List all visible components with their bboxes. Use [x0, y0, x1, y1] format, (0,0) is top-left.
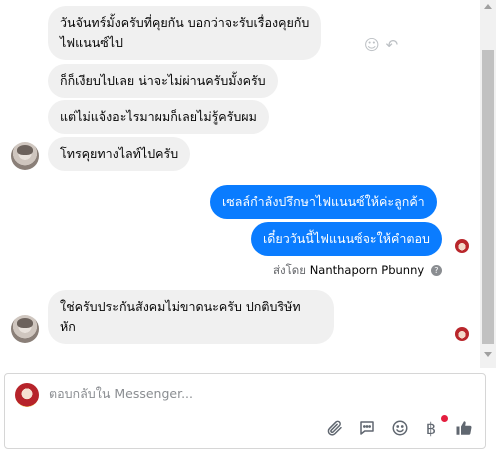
message-line: แต่ไม่แจ้งอะไรมาผมก็เลยไม่รู้ครับผม — [60, 109, 257, 124]
message-line: ใช่ครับประกันสังคมไม่ขาดนะครับ ปกติบริษั… — [60, 299, 301, 314]
message-line: ไฟแนนซ์ไป — [60, 35, 123, 50]
message-line: โทรคุยทางไลท์ไปครับ — [60, 146, 179, 161]
seen-avatar — [455, 327, 469, 341]
chat-bubble-icon[interactable] — [357, 418, 377, 438]
contact-avatar[interactable] — [11, 142, 39, 170]
message-line: ก็ก็เงียบไปเลย น่าจะไม่ผ่านครับมั้งครับ — [60, 73, 266, 88]
message-line: เซลล์กำลังปรึกษาไฟแนนซ์ให้ค่ะลูกค้า — [222, 194, 425, 209]
contact-avatar[interactable] — [11, 315, 39, 343]
message-bubble-outgoing[interactable]: เดี๋ยววันนี้ไฟแนนซ์จะให้คำตอบ — [251, 222, 442, 256]
scrollbar-thumb[interactable] — [482, 50, 494, 344]
notification-dot — [441, 415, 448, 422]
help-icon[interactable]: ? — [430, 265, 442, 276]
message-bubble-incoming[interactable]: ก็ก็เงียบไปเลย น่าจะไม่ผ่านครับมั้งครับ — [48, 64, 278, 98]
message-actions: ☺ ↶ — [364, 36, 398, 54]
message-line: วันจันทร์มั้งครับที่คุยกัน บอกว่าจะรับเร… — [60, 15, 310, 30]
message-bubble-outgoing[interactable]: เซลล์กำลังปรึกษาไฟแนนซ์ให้ค่ะลูกค้า — [210, 185, 437, 219]
message-bubble-incoming[interactable]: ใช่ครับประกันสังคมไม่ขาดนะครับ ปกติบริษั… — [48, 290, 334, 344]
seen-avatar — [455, 239, 469, 253]
baht-payment-icon[interactable]: ฿ — [421, 418, 441, 438]
emoji-react-icon[interactable]: ☺ — [364, 36, 380, 54]
message-bubble-incoming[interactable]: วันจันทร์มั้งครับที่คุยกัน บอกว่าจะรับเร… — [48, 6, 322, 60]
message-line: หัก — [60, 319, 76, 334]
message-line: เดี๋ยววันนี้ไฟแนนซ์จะให้คำตอบ — [263, 231, 430, 246]
scroll-up-arrow-icon[interactable] — [484, 4, 492, 9]
message-bubble-incoming[interactable]: โทรคุยทางไลท์ไปครับ — [48, 137, 191, 171]
like-icon[interactable] — [454, 418, 474, 438]
sent-by-label: ส่งโดย Nanthaporn Pbunny ? — [273, 262, 442, 280]
scroll-down-arrow-icon[interactable] — [484, 352, 492, 357]
sender-name[interactable]: Nanthaporn Pbunny — [310, 263, 425, 277]
reply-composer: ฿ — [4, 373, 486, 449]
scrollbar[interactable] — [480, 0, 496, 368]
emoji-icon[interactable] — [390, 418, 410, 438]
attachment-icon[interactable] — [325, 418, 345, 438]
reply-input[interactable] — [49, 386, 469, 401]
conversation-thread: วันจันทร์มั้งครับที่คุยกัน บอกว่าจะรับเร… — [0, 0, 480, 368]
message-bubble-incoming[interactable]: แต่ไม่แจ้งอะไรมาผมก็เลยไม่รู้ครับผม — [48, 100, 269, 134]
reply-icon[interactable]: ↶ — [386, 36, 399, 54]
page-avatar — [15, 383, 39, 407]
sent-by-prefix: ส่งโดย — [273, 263, 307, 277]
